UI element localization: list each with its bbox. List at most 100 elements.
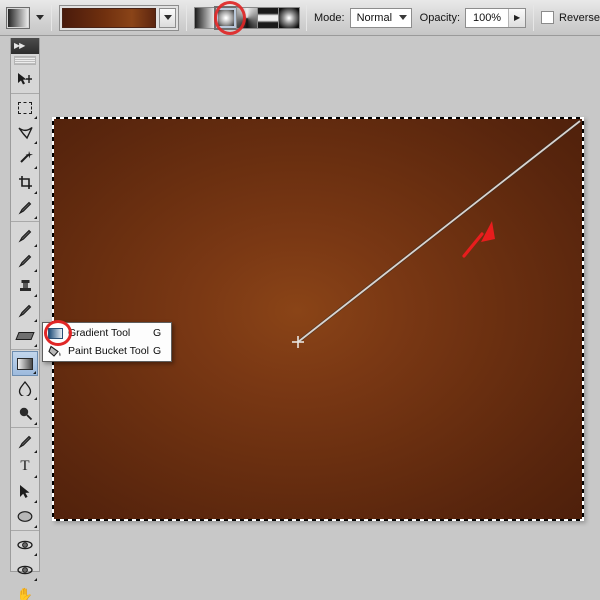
flyout-triangle-icon[interactable]: [33, 371, 36, 374]
flyout-triangle-icon[interactable]: [34, 244, 37, 247]
gradient-icon: [46, 326, 64, 340]
diamond-gradient-button[interactable]: [278, 7, 300, 29]
linear-gradient-button[interactable]: [194, 7, 216, 29]
path-arrow-icon: [19, 484, 32, 499]
tool-healing[interactable]: [12, 223, 38, 248]
flyout-item-shortcut: G: [153, 345, 167, 357]
reverse-checkbox[interactable]: [541, 11, 554, 24]
tools-panel: ▶▶ T✋: [10, 38, 40, 572]
flyout-triangle-icon[interactable]: [34, 525, 37, 528]
flyout-triangle-icon[interactable]: [34, 191, 37, 194]
flyout-triangle-icon[interactable]: [34, 450, 37, 453]
eraser-icon: [17, 332, 33, 340]
tool-dodge[interactable]: [12, 401, 38, 426]
tool-group-1: [11, 94, 39, 222]
flyout-item-gradient-tool[interactable]: Gradient ToolG: [43, 324, 171, 342]
tool-group-0: [11, 66, 39, 94]
reverse-label: Reverse: [559, 12, 600, 24]
flyout-item-paint-bucket-tool[interactable]: Paint Bucket ToolG: [43, 342, 171, 360]
tool-options-bar: Mode: Normal Opacity: 100% ▶ Reverse: [0, 0, 600, 36]
dodge-icon: [18, 406, 33, 421]
flyout-item-label: Gradient Tool: [68, 327, 153, 339]
divider: [186, 5, 187, 31]
tool-marquee[interactable]: [12, 95, 38, 120]
gradient-swatch-icon: [6, 7, 30, 29]
flyout-triangle-icon[interactable]: [34, 216, 37, 219]
mode-label: Mode:: [314, 12, 345, 24]
tool-shape[interactable]: [12, 504, 38, 529]
flyout-triangle-icon[interactable]: [34, 116, 37, 119]
flyout-triangle-icon[interactable]: [34, 475, 37, 478]
clone-stamp-icon: [18, 278, 33, 293]
opacity-field[interactable]: 100% ▶: [465, 8, 526, 28]
tool-path-select[interactable]: [12, 479, 38, 504]
triangle-right-icon[interactable]: ▶: [508, 9, 525, 27]
gradient-icon: [17, 358, 33, 370]
flyout-triangle-icon[interactable]: [34, 397, 37, 400]
tool-hand[interactable]: ✋: [12, 582, 38, 600]
flyout-item-label: Paint Bucket Tool: [68, 345, 153, 357]
divider: [306, 5, 307, 31]
gradient-picker[interactable]: [59, 5, 179, 31]
tool-move[interactable]: [12, 67, 38, 92]
tool-lasso[interactable]: [12, 120, 38, 145]
move-arrow-icon: [17, 72, 33, 87]
flyout-triangle-icon[interactable]: [34, 166, 37, 169]
reverse-checkbox-row[interactable]: Reverse: [541, 11, 600, 24]
ellipse-shape-icon: [17, 510, 33, 523]
tool-type[interactable]: T: [12, 454, 38, 479]
tool-eyedropper[interactable]: [12, 195, 38, 220]
gradient-presets-dropdown[interactable]: [159, 8, 176, 28]
document-canvas[interactable]: [52, 117, 584, 521]
tool-preset-picker[interactable]: [6, 7, 44, 29]
flyout-triangle-icon[interactable]: [34, 269, 37, 272]
tool-eraser[interactable]: [12, 323, 38, 348]
paintbrush-icon: [18, 253, 33, 268]
image-layer[interactable]: [52, 117, 584, 521]
flyout-triangle-icon[interactable]: [34, 553, 37, 556]
chevron-down-icon: [164, 15, 172, 20]
chevron-down-icon[interactable]: [36, 15, 44, 20]
history-brush-icon: [18, 303, 33, 318]
flyout-triangle-icon[interactable]: [34, 319, 37, 322]
tool-history-brush[interactable]: [12, 298, 38, 323]
flyout-triangle-icon[interactable]: [34, 422, 37, 425]
tools-list: T✋: [11, 66, 39, 600]
tool-group-3: [11, 350, 39, 428]
tools-panel-header[interactable]: ▶▶: [11, 38, 39, 54]
opacity-value[interactable]: 100%: [466, 12, 508, 24]
tool-gradient[interactable]: [12, 351, 38, 376]
blend-mode-select[interactable]: Normal: [350, 8, 412, 28]
flyout-triangle-icon[interactable]: [34, 294, 37, 297]
flyout-triangle-icon[interactable]: [34, 578, 37, 581]
flyout-triangle-icon[interactable]: [34, 500, 37, 503]
waterdrop-icon: [18, 381, 32, 396]
tools-panel-grip[interactable]: [14, 56, 36, 65]
reflected-gradient-button[interactable]: [257, 7, 279, 29]
lasso-icon: [18, 126, 33, 140]
paint-bucket-icon: [46, 344, 64, 358]
tool-crop[interactable]: [12, 170, 38, 195]
tool-clone-stamp[interactable]: [12, 273, 38, 298]
magic-wand-icon: [18, 150, 33, 165]
angle-gradient-button[interactable]: [236, 7, 258, 29]
divider: [51, 5, 52, 31]
orbit-3d-icon: [17, 563, 33, 577]
eyedropper-icon: [18, 200, 33, 215]
photoshop-window: Mode: Normal Opacity: 100% ▶ Reverse ▶▶ …: [0, 0, 600, 600]
tool-orbit-3d[interactable]: [12, 557, 38, 582]
flyout-triangle-icon[interactable]: [34, 141, 37, 144]
marquee-icon: [18, 102, 32, 114]
gradient-preview-swatch[interactable]: [62, 8, 156, 28]
double-chevron-right-icon[interactable]: ▶▶: [14, 42, 24, 50]
opacity-label: Opacity:: [420, 12, 460, 24]
tool-pen[interactable]: [12, 429, 38, 454]
radial-gradient-button[interactable]: [215, 7, 237, 29]
tool-blur[interactable]: [12, 376, 38, 401]
tool-magic-wand[interactable]: [12, 145, 38, 170]
pen-icon: [18, 434, 33, 449]
flyout-triangle-icon[interactable]: [34, 344, 37, 347]
red-annotation-arrow: [52, 117, 584, 521]
tool-brush[interactable]: [12, 248, 38, 273]
tool-rotate-3d[interactable]: [12, 532, 38, 557]
